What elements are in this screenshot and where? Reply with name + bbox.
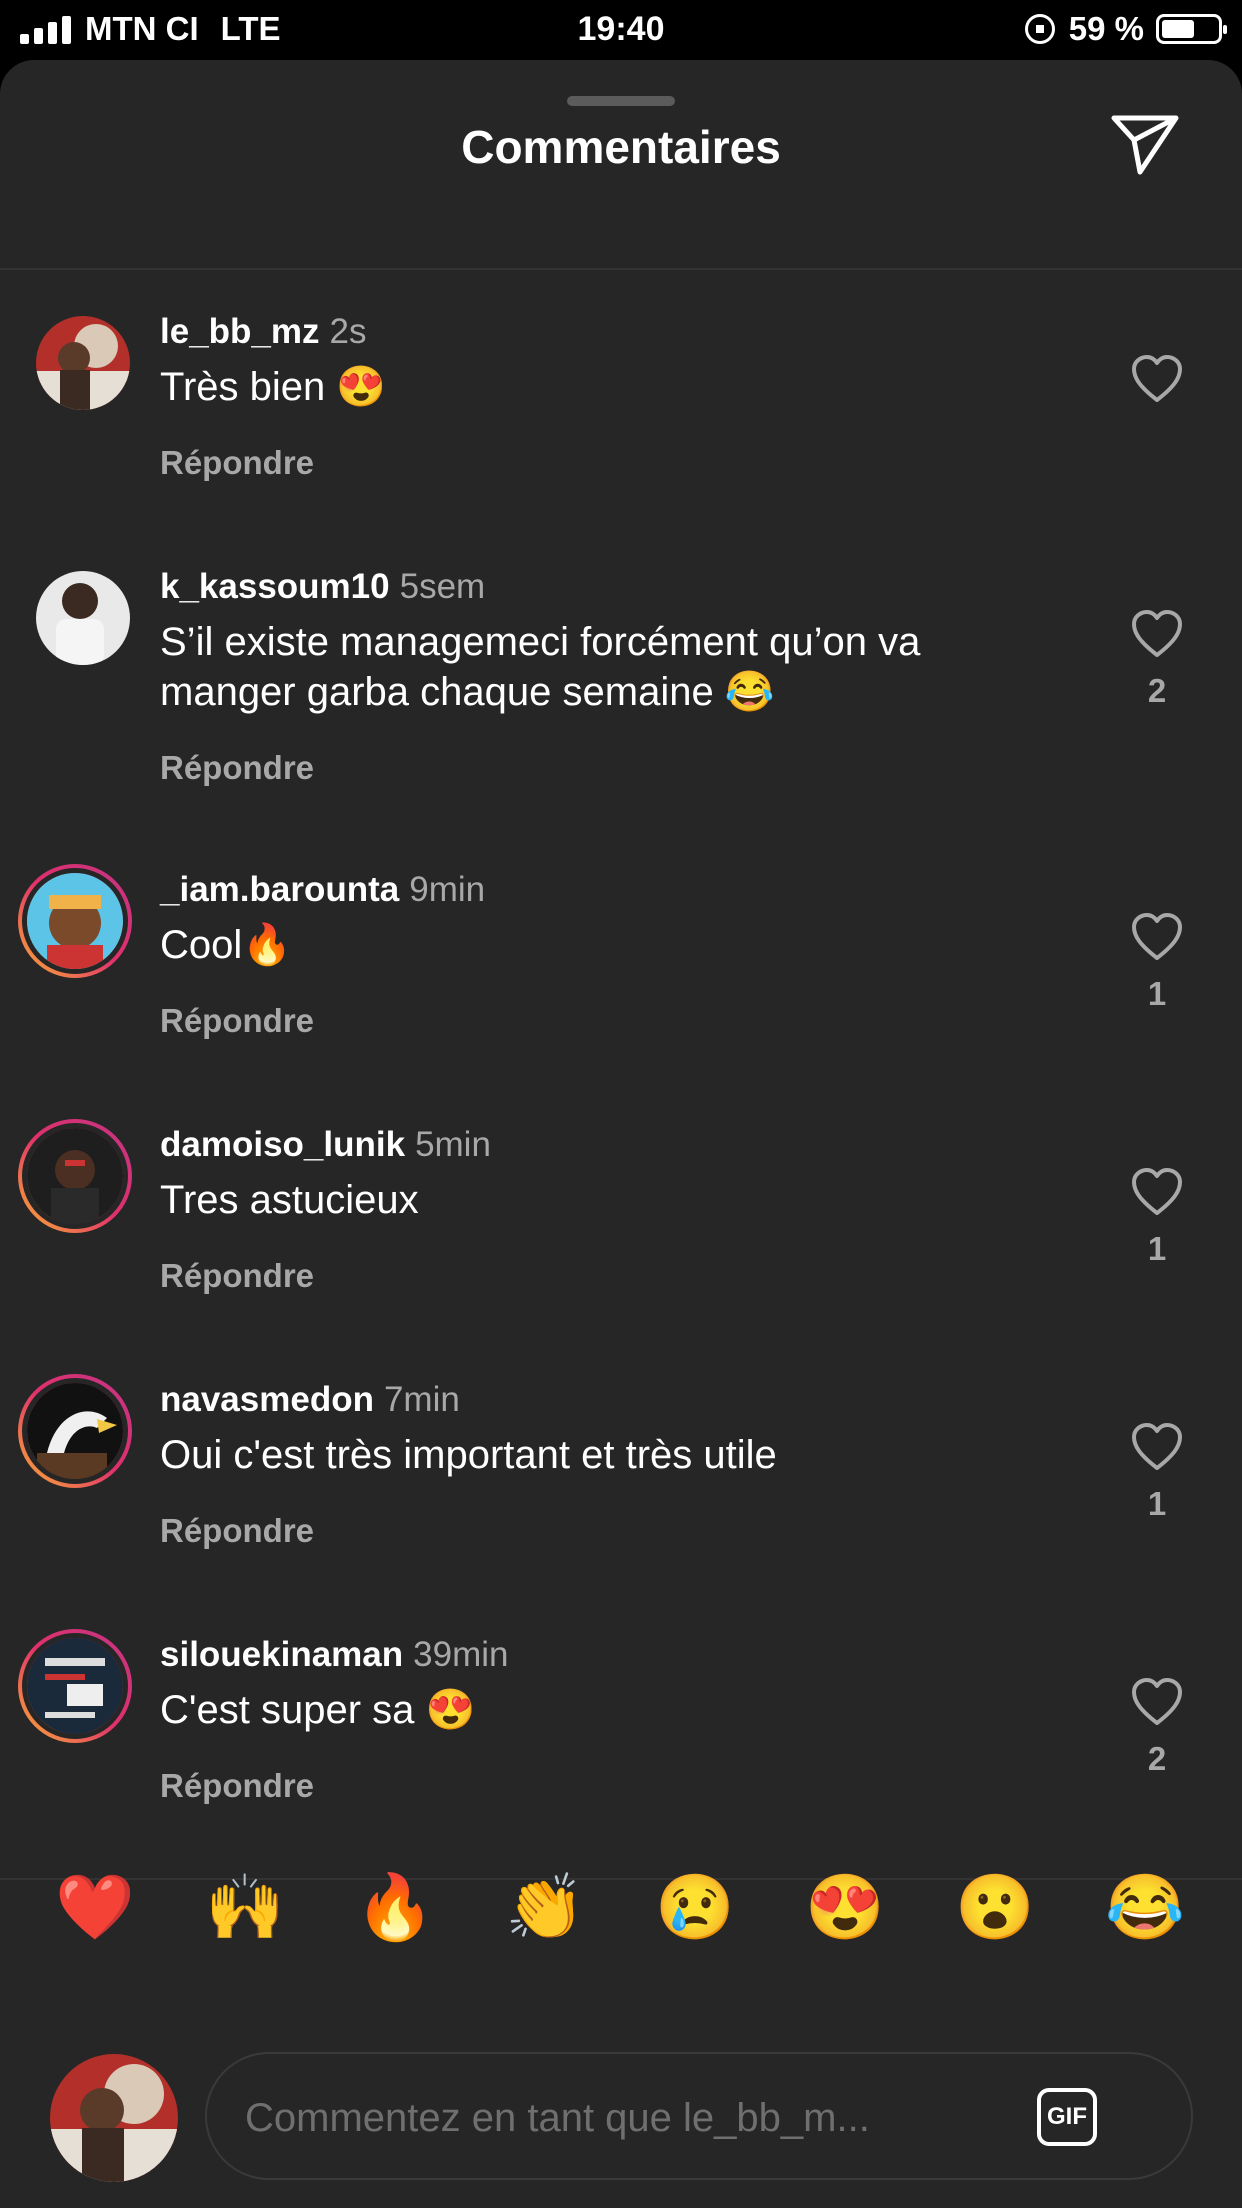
heart-icon[interactable] [1130,1677,1184,1727]
avatar[interactable] [18,864,132,978]
like-count: 1 [1147,975,1167,1012]
comment-username[interactable]: silouekinaman 39min [160,1635,508,1675]
heart-icon[interactable] [1130,912,1184,962]
comment-time: 5min [415,1125,491,1164]
avatar[interactable] [18,1119,132,1233]
sheet-grabber[interactable] [567,96,675,106]
like-count: 2 [1147,1740,1167,1777]
avatar[interactable] [18,1374,132,1488]
emoji-heart[interactable]: ❤️ [20,1870,170,1945]
comment-input-row: Commentez en tant que le_bb_m... GIF [0,2050,1242,2182]
comment-time: 9min [409,870,486,909]
emoji-cry[interactable]: 😢 [620,1870,770,1945]
status-bar: MTN CI LTE 19:40 59 % [0,0,1242,60]
comment-text: C'est super sa 😍 [160,1688,476,1732]
battery-percent: 59 % [1068,10,1144,47]
comment-text: Très bien 😍 [160,365,387,409]
page-title: Commentaires [461,121,781,173]
comment-username[interactable]: damoiso_lunik 5min [160,1125,491,1165]
comment-username[interactable]: navasmedon 7min [160,1380,460,1420]
avatar[interactable] [36,571,130,665]
comment-input[interactable]: Commentez en tant que le_bb_m... GIF [205,2052,1193,2180]
emoji-fire[interactable]: 🔥 [320,1870,470,1945]
comment-time: 39min [413,1635,509,1674]
emoji-laughing[interactable]: 😂 [1070,1870,1220,1945]
like-count: 1 [1147,1230,1167,1267]
reply-button[interactable]: Répondre [160,1767,314,1805]
emoji-reaction-bar: ❤️ 🙌 🔥 👏 😢 😍 😮 😂 [0,1870,1242,2010]
emoji-clap[interactable]: 👏 [470,1870,620,1945]
heart-icon[interactable] [1130,1167,1184,1217]
like-count: 2 [1147,672,1167,709]
reply-button[interactable]: Répondre [160,1257,314,1295]
reply-button[interactable]: Répondre [160,749,314,787]
paper-plane-icon[interactable] [1108,112,1182,178]
comment-time: 5sem [399,567,486,606]
comment-time: 2s [329,312,367,351]
comment-text: S’il existe managemeci forcément qu’on v… [160,620,921,714]
heart-icon[interactable] [1130,609,1184,659]
reply-button[interactable]: Répondre [160,444,314,482]
comment-username[interactable]: le_bb_mz 2s [160,312,366,352]
comment-text: Tres astucieux [160,1178,419,1222]
header-divider [0,268,1242,270]
emoji-raised-hands[interactable]: 🙌 [170,1870,320,1945]
rotation-lock-icon [1024,14,1055,44]
battery-icon [1156,14,1227,44]
comment-text: Cool🔥 [160,923,293,967]
reply-button[interactable]: Répondre [160,1512,314,1550]
emoji-surprised[interactable]: 😮 [920,1870,1070,1945]
like-count: 1 [1147,1485,1167,1522]
avatar[interactable] [36,316,130,410]
comment-username[interactable]: k_kassoum10 5sem [160,567,485,607]
comment-text: Oui c'est très important et très utile [160,1433,777,1477]
emoji-heart-eyes[interactable]: 😍 [770,1870,920,1945]
status-right: 59 % [1024,10,1227,48]
heart-icon[interactable] [1130,354,1184,404]
heart-icon[interactable] [1130,1422,1184,1472]
comment-time: 7min [383,1380,460,1419]
comment-username[interactable]: _iam.barounta 9min [160,870,485,910]
my-avatar [50,2054,178,2182]
avatar[interactable] [18,1629,132,1743]
comment-placeholder: Commentez en tant que le_bb_m... [245,2096,870,2140]
gif-button[interactable]: GIF [1037,2088,1097,2146]
reply-button[interactable]: Répondre [160,1002,314,1040]
